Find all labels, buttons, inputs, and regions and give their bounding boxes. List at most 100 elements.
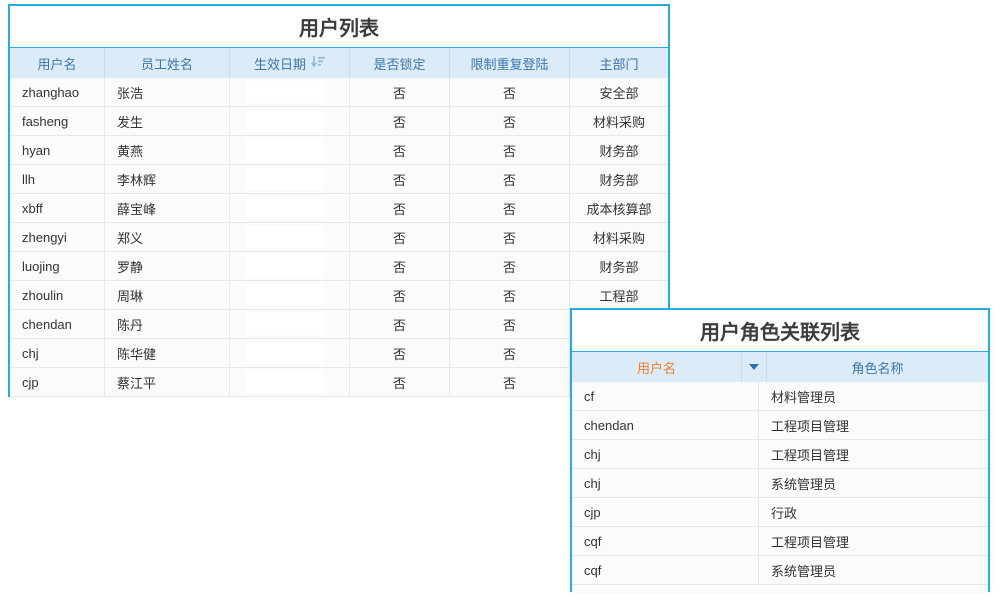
employee-name-value: 陈华健 [117,344,156,363]
table-row[interactable]: hyan 黄燕 否 否 财务部 [10,136,668,165]
column-header-role-username[interactable]: 用户名 [572,352,742,382]
table-row[interactable]: zhoulin 周琳 否 否 工程部 [10,281,668,310]
employee-name-value: 张浩 [117,83,143,102]
effective-date-input[interactable] [246,81,324,103]
table-row[interactable]: cqf 系统管理员 [572,556,988,585]
cell-effective-date [230,310,350,338]
user-role-table: 用户角色关联列表 用户名 角色名称 cf 材料管理员 chendan [570,308,990,592]
cell-username: luojing [10,252,105,280]
restrict-login-value: 否 [503,257,516,276]
cell-restrict-login: 否 [450,368,570,396]
column-header-locked-label: 是否锁定 [373,54,425,73]
table-row[interactable]: zhengyi 郑义 否 否 材料采购 [10,223,668,252]
column-header-username-label: 用户名 [37,54,76,73]
user-role-header-row: 用户名 角色名称 [572,352,988,382]
cell-username: hyan [10,136,105,164]
effective-date-input[interactable] [246,226,324,248]
table-bottom-filler [572,585,988,592]
column-header-locked[interactable]: 是否锁定 [350,48,450,78]
cell-effective-date [230,252,350,280]
department-value: 工程部 [599,286,638,305]
column-header-role-name[interactable]: 角色名称 [767,352,988,382]
locked-value: 否 [393,83,406,102]
cell-role-username: cqf [572,556,759,584]
cell-employee-name: 陈丹 [105,310,230,338]
role-name-value: 工程项目管理 [771,445,849,464]
table-row[interactable]: chendan 工程项目管理 [572,411,988,440]
cell-employee-name: 黄燕 [105,136,230,164]
column-header-department[interactable]: 主部门 [570,48,668,78]
cell-username: zhanghao [10,78,105,106]
locked-value: 否 [393,112,406,131]
cell-restrict-login: 否 [450,252,570,280]
user-role-title: 用户角色关联列表 [572,310,988,352]
cell-department: 工程部 [570,281,668,309]
cell-locked: 否 [350,368,450,396]
username-value: xbff [22,201,43,216]
username-value: zhoulin [22,288,63,303]
locked-value: 否 [393,373,406,392]
effective-date-input[interactable] [246,197,324,219]
cell-locked: 否 [350,136,450,164]
table-row[interactable]: zhanghao 张浩 否 否 安全部 [10,78,668,107]
effective-date-input[interactable] [246,110,324,132]
cell-locked: 否 [350,310,450,338]
restrict-login-value: 否 [503,83,516,102]
effective-date-input[interactable] [246,313,324,335]
cell-restrict-login: 否 [450,223,570,251]
restrict-login-value: 否 [503,112,516,131]
employee-name-value: 罗静 [117,257,143,276]
cell-effective-date [230,281,350,309]
cell-effective-date [230,78,350,106]
table-row[interactable]: luojing 罗静 否 否 财务部 [10,252,668,281]
department-value: 财务部 [599,257,638,276]
cell-department: 安全部 [570,78,668,106]
effective-date-input[interactable] [246,371,324,393]
table-row[interactable]: cjp 行政 [572,498,988,527]
restrict-login-value: 否 [503,373,516,392]
column-header-role-username-label: 用户名 [637,358,676,377]
role-name-value: 工程项目管理 [771,532,849,551]
role-name-value: 系统管理员 [771,474,836,493]
cell-locked: 否 [350,281,450,309]
cell-restrict-login: 否 [450,78,570,106]
cell-locked: 否 [350,107,450,135]
table-row[interactable]: chj 系统管理员 [572,469,988,498]
restrict-login-value: 否 [503,315,516,334]
user-list-title: 用户列表 [10,6,668,48]
locked-value: 否 [393,141,406,160]
effective-date-input[interactable] [246,255,324,277]
employee-name-value: 陈丹 [117,315,143,334]
effective-date-input[interactable] [246,139,324,161]
cell-username: zhoulin [10,281,105,309]
column-header-restrict-login[interactable]: 限制重复登陆 [450,48,570,78]
cell-department: 材料采购 [570,107,668,135]
effective-date-input[interactable] [246,168,324,190]
table-row[interactable]: llh 李林辉 否 否 财务部 [10,165,668,194]
user-role-body: cf 材料管理员 chendan 工程项目管理 chj 工程项目管理 chj 系… [572,382,988,592]
cell-effective-date [230,107,350,135]
column-header-username[interactable]: 用户名 [10,48,105,78]
username-value: cjp [22,375,39,390]
table-row[interactable]: cf 材料管理员 [572,382,988,411]
cell-employee-name: 罗静 [105,252,230,280]
department-value: 成本核算部 [586,199,651,218]
username-filter-dropdown[interactable] [742,352,767,382]
table-row[interactable]: fasheng 发生 否 否 材料采购 [10,107,668,136]
username-value: chendan [22,317,72,332]
table-row[interactable]: chj 工程项目管理 [572,440,988,469]
restrict-login-value: 否 [503,286,516,305]
employee-name-value: 郑义 [117,228,143,247]
table-row[interactable]: cqf 工程项目管理 [572,527,988,556]
column-header-employee-name[interactable]: 员工姓名 [105,48,230,78]
role-username-value: chj [584,447,601,462]
effective-date-input[interactable] [246,342,324,364]
column-header-effective-date[interactable]: 生效日期 [230,48,350,78]
locked-value: 否 [393,170,406,189]
table-row[interactable]: xbff 薛宝峰 否 否 成本核算部 [10,194,668,223]
cell-role-name: 工程项目管理 [759,411,988,439]
department-value: 安全部 [599,83,638,102]
cell-locked: 否 [350,339,450,367]
role-username-value: cqf [584,534,601,549]
effective-date-input[interactable] [246,284,324,306]
